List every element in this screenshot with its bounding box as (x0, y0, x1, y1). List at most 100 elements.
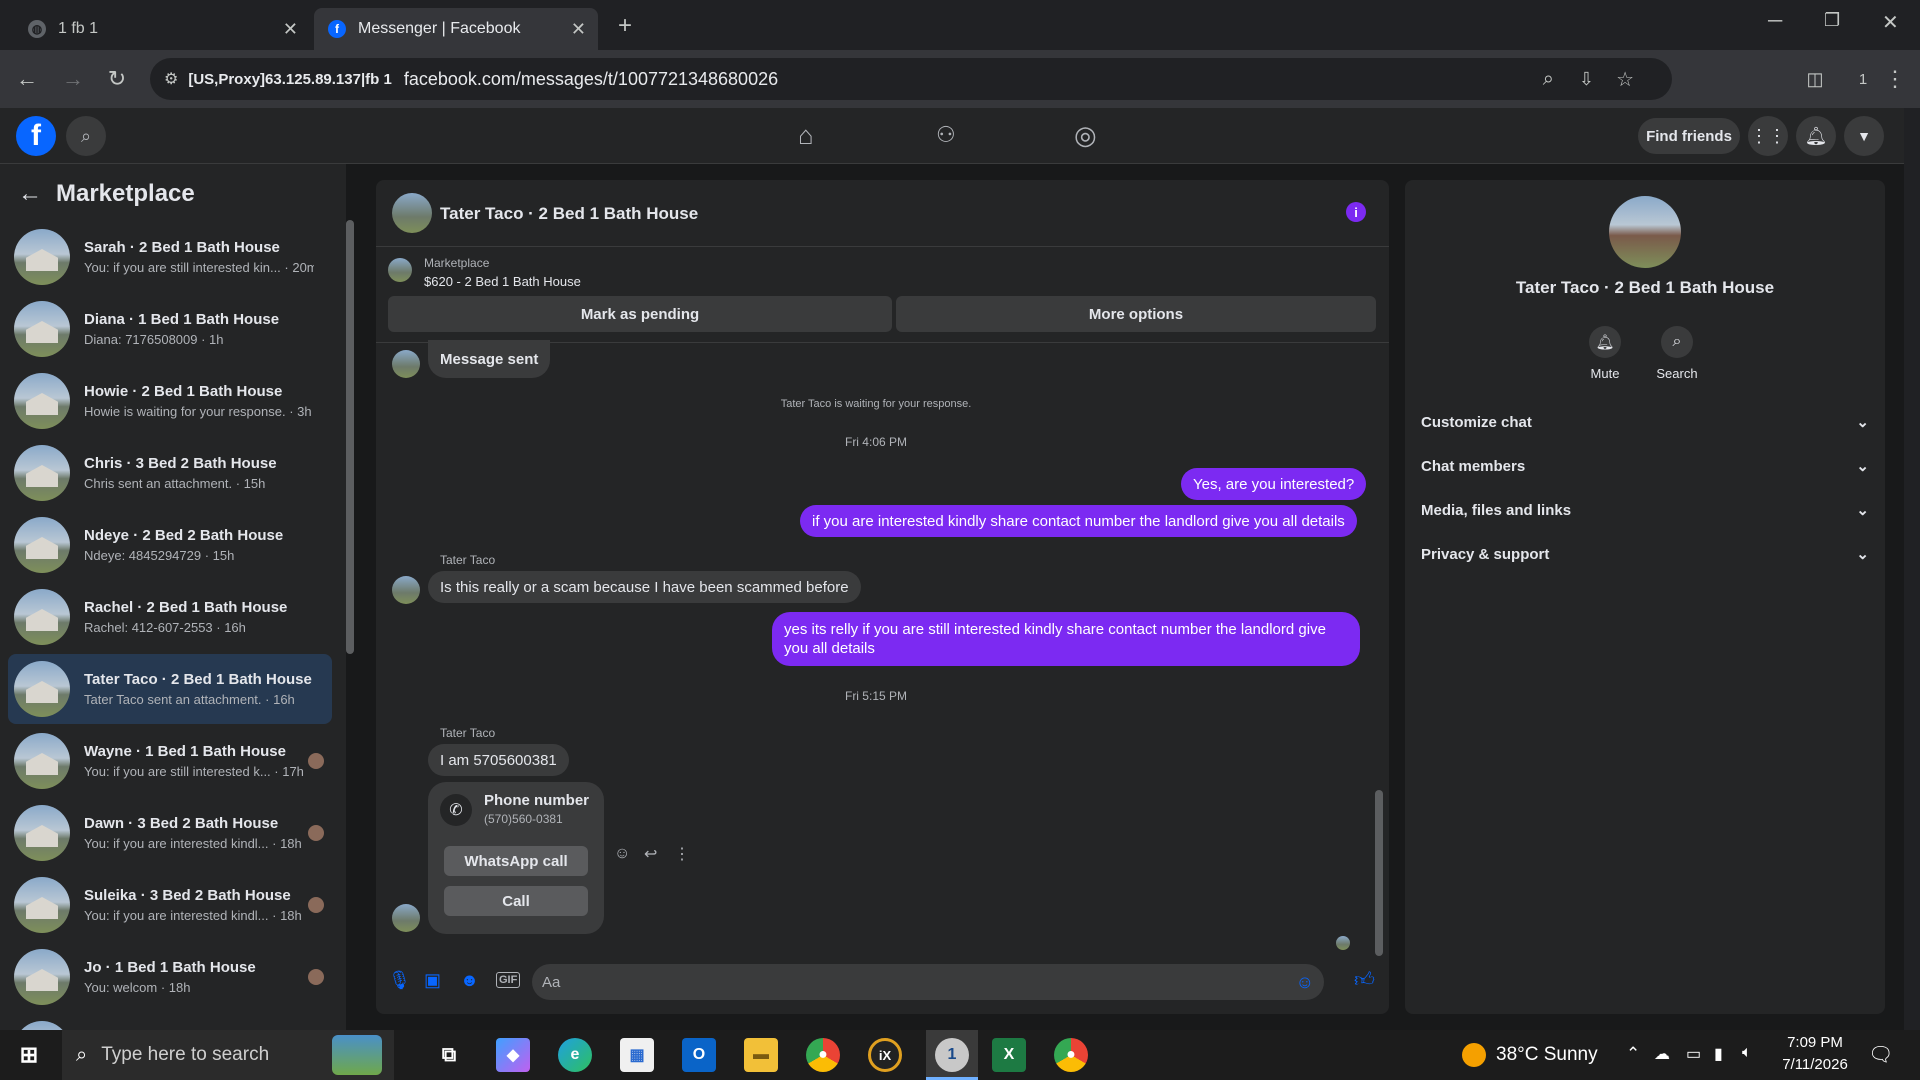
sticker-icon[interactable]: ☻ (460, 970, 479, 991)
sender-avatar[interactable] (392, 576, 420, 604)
browser-menu-icon[interactable]: ⋮ (1880, 64, 1910, 94)
volume-icon[interactable]: 🔈︎ (1742, 1044, 1752, 1062)
mute-icon[interactable]: 🔔︎ (1589, 326, 1621, 358)
sender-avatar[interactable] (392, 904, 420, 932)
site-settings-icon[interactable]: ⚙ (164, 69, 178, 89)
listing-title[interactable]: $620 - 2 Bed 1 Bath House (424, 274, 581, 289)
message-bubble-outgoing[interactable]: yes its relly if you are still intereste… (772, 612, 1360, 666)
clock-time[interactable]: 7:09 PM (1770, 1034, 1860, 1051)
url-text[interactable]: facebook.com/messages/t/1007721348680026 (404, 69, 778, 90)
conversation-item[interactable]: Jo · 1 Bed 1 Bath House You: welcom · 18h (8, 942, 332, 1012)
forward-icon[interactable]: → (58, 64, 88, 94)
conversation-item[interactable]: Sarah · 2 Bed 1 Bath House You: if you ar… (8, 222, 332, 292)
close-tab-icon[interactable]: ✕ (571, 19, 586, 40)
more-icon[interactable]: ⋮ (674, 844, 690, 864)
bookmark-star-icon[interactable]: ☆ (1616, 67, 1634, 92)
restore-icon[interactable]: ❐ (1824, 10, 1840, 31)
notification-center-icon[interactable]: 🗨︎ (1868, 1042, 1893, 1067)
thumbs-up-icon[interactable]: 👍︎ (1354, 968, 1375, 992)
copilot-icon[interactable]: ◆ (496, 1038, 530, 1072)
chrome-icon[interactable]: ● (1054, 1038, 1088, 1072)
active-app-tile[interactable]: 1 (926, 1030, 978, 1080)
excel-icon[interactable]: X (992, 1038, 1026, 1072)
close-window-icon[interactable]: ✕ (1882, 10, 1899, 35)
display-icon[interactable]: ▭ (1686, 1044, 1701, 1064)
ixbrowser-icon[interactable]: iX (868, 1038, 902, 1072)
chat-avatar[interactable] (392, 193, 432, 233)
taskbar-search[interactable]: ⌕ Type here to search (62, 1030, 394, 1080)
message-bubble-incoming[interactable]: Message sent (428, 340, 551, 378)
menu-grid-icon[interactable]: ⋮⋮ (1748, 116, 1788, 156)
customize-chat-section[interactable]: Customize chat ⌄ (1421, 404, 1869, 440)
microphone-icon[interactable]: 🎙︎ (388, 970, 411, 991)
conversation-item[interactable]: Rachel · 2 Bed 1 Bath House Rachel: 412-6… (8, 582, 332, 652)
photo-icon[interactable]: ▣ (424, 970, 441, 991)
call-button[interactable]: Call (444, 886, 588, 916)
message-bubble-incoming[interactable]: I am 5705600381 (428, 744, 569, 776)
chat-scroll-thumb[interactable] (1375, 790, 1383, 956)
chat-title[interactable]: Tater Taco · 2 Bed 1 Bath House (440, 204, 698, 224)
windows-start-icon[interactable]: ⊞ (12, 1038, 46, 1072)
store-icon[interactable]: ▦ (620, 1038, 654, 1072)
side-panel-icon[interactable]: ◫ (1800, 64, 1830, 94)
chat-members-section[interactable]: Chat members ⌄ (1421, 448, 1869, 484)
page-scrollbar[interactable] (1904, 108, 1920, 1030)
search-icon[interactable]: ⌕ (1661, 326, 1693, 358)
profile-avatar[interactable] (1609, 196, 1681, 268)
chat-scrollbar[interactable] (1372, 346, 1386, 956)
home-icon[interactable]: ⌂ (798, 120, 814, 151)
conversation-item[interactable]: Chris · 3 Bed 2 Bath House Chris sent an … (8, 438, 332, 508)
find-friends-button[interactable]: Find friends (1638, 118, 1740, 154)
weather-text[interactable]: 38°C Sunny (1496, 1044, 1598, 1066)
conversation-item[interactable]: Howie · 2 Bed 1 Bath House Howie is waiti… (8, 366, 332, 436)
omnibox[interactable]: ⚙ [US,Proxy]63.125.89.137|fb 1 facebook.… (150, 58, 1672, 100)
install-app-icon[interactable]: ⇩ (1579, 69, 1594, 90)
message-bubble-incoming[interactable]: Is this really or a scam because I have … (428, 571, 861, 603)
sidebar-scroll-thumb[interactable] (346, 220, 354, 654)
emoji-icon[interactable]: ☺ (1296, 972, 1314, 993)
message-bubble-outgoing[interactable]: if you are interested kindly share conta… (800, 505, 1357, 537)
cloud-icon[interactable]: ☁ (1654, 1044, 1670, 1064)
search-label[interactable]: Search (1647, 366, 1707, 381)
privacy-support-section[interactable]: Privacy & support ⌄ (1421, 536, 1869, 572)
task-view-icon[interactable]: ⧉ (432, 1038, 466, 1072)
conversation-item[interactable]: Tater Taco · 2 Bed 1 Bath House Tater Tac… (8, 654, 332, 724)
back-arrow-icon[interactable]: ← (18, 180, 42, 208)
tab-1fb1[interactable]: ◍ 1 fb 1 ✕ (14, 8, 310, 50)
conversation-item[interactable]: Dawn · 3 Bed 2 Bath House You: if you are… (8, 798, 332, 868)
info-icon[interactable]: i (1346, 202, 1366, 222)
sun-icon[interactable] (1462, 1043, 1486, 1067)
new-tab-icon[interactable]: + (618, 12, 632, 40)
account-dropdown-icon[interactable]: ▼ (1844, 116, 1884, 156)
sender-avatar[interactable] (392, 350, 420, 378)
outlook-icon[interactable]: O (682, 1038, 716, 1072)
media-files-section[interactable]: Media, files and links ⌄ (1421, 492, 1869, 528)
notifications-icon[interactable]: 🔔︎ (1796, 116, 1836, 156)
reply-icon[interactable]: ↩ (644, 844, 657, 864)
conversation-item[interactable]: Susan · 2 Bed 1 Bath House (8, 1014, 332, 1030)
message-input[interactable]: Aa ☺ (532, 964, 1324, 1000)
reload-icon[interactable]: ↻ (102, 64, 132, 94)
chrome-icon[interactable]: ● (806, 1038, 840, 1072)
more-options-button[interactable]: More options (896, 296, 1376, 332)
search-icon[interactable]: ⌕ (66, 116, 106, 156)
facebook-logo-icon[interactable]: f (16, 116, 56, 156)
file-explorer-icon[interactable]: ▬ (744, 1038, 778, 1072)
message-bubble-outgoing[interactable]: Yes, are you interested? (1181, 468, 1367, 500)
mute-label[interactable]: Mute (1575, 366, 1635, 381)
minimize-icon[interactable]: ─ (1768, 10, 1782, 33)
back-icon[interactable]: ← (12, 64, 42, 94)
mark-pending-button[interactable]: Mark as pending (388, 296, 892, 332)
listing-thumbnail[interactable] (388, 258, 412, 282)
chevron-up-icon[interactable]: ⌃ (1626, 1044, 1640, 1064)
conversation-item[interactable]: Ndeye · 2 Bed 2 Bath House Ndeye: 4845294… (8, 510, 332, 580)
profile-badge[interactable]: 1 (1848, 64, 1878, 94)
conversation-item[interactable]: Diana · 1 Bed 1 Bath House Diana: 7176508… (8, 294, 332, 364)
whatsapp-call-button[interactable]: WhatsApp call (444, 846, 588, 876)
tab-messenger[interactable]: f Messenger | Facebook ✕ (314, 8, 598, 50)
groups-icon[interactable]: ◎ (1074, 120, 1097, 151)
edge-icon[interactable]: e (558, 1038, 592, 1072)
conversation-item[interactable]: Suleika · 3 Bed 2 Bath House You: if you … (8, 870, 332, 940)
react-icon[interactable]: ☺ (614, 845, 630, 863)
clock-date[interactable]: 7/11/2026 (1770, 1056, 1860, 1073)
